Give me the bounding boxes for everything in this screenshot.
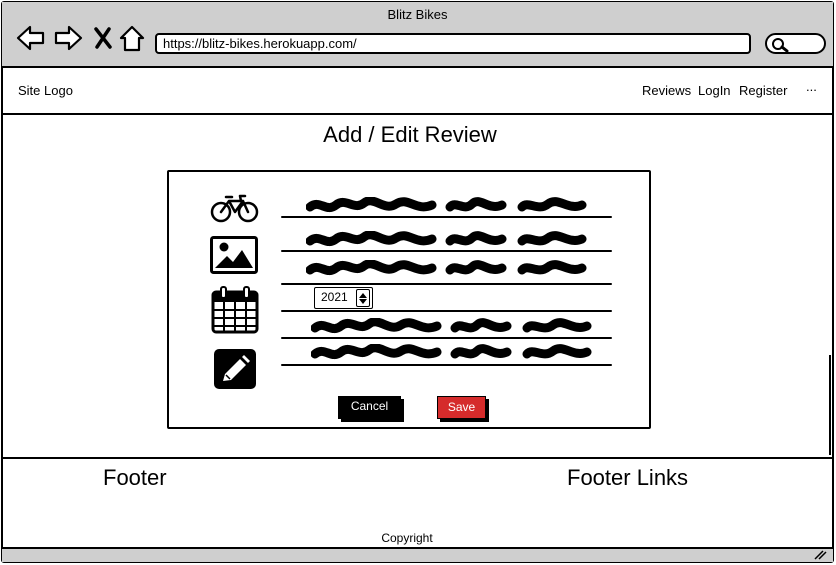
nav-more[interactable]: ... [806,79,817,94]
form-field-line[interactable] [281,216,612,218]
placeholder-scribble [306,260,587,276]
footer: Footer Footer Links Copyright [2,457,833,549]
browser-toolbar: Blitz Bikes https://blitz-bikes.herokuap… [2,2,833,68]
form-field-line[interactable] [281,283,612,285]
form-field-line[interactable] [281,310,612,312]
placeholder-scribble [311,318,592,334]
search-icon [772,38,789,53]
bicycle-icon [210,194,259,223]
site-logo[interactable]: Site Logo [18,83,73,98]
edit-pencil-icon[interactable] [213,348,257,390]
footer-links-heading: Footer Links [567,465,689,490]
stepper-arrows[interactable] [356,289,370,307]
placeholder-scribble [311,344,592,360]
nav-link-reviews[interactable]: Reviews [642,83,691,98]
placeholder-scribble [306,231,587,247]
chevron-up-icon[interactable] [359,292,367,298]
scrollbar[interactable] [829,355,831,455]
home-icon[interactable] [117,24,147,52]
resize-grip-icon[interactable] [813,550,827,560]
status-bar [2,549,833,562]
year-stepper[interactable]: 2021 [314,287,373,309]
footer-heading: Footer [103,465,167,490]
close-x-icon[interactable] [88,24,118,52]
save-button[interactable]: Save [437,396,486,419]
copyright-text: Copyright [381,531,433,545]
forward-arrow-icon[interactable] [53,24,83,52]
nav-link-login[interactable]: LogIn [698,83,731,98]
image-icon [210,236,258,274]
year-value: 2021 [321,290,348,304]
form-field-line[interactable] [281,364,612,366]
cancel-button[interactable]: Cancel [338,396,401,419]
form-field-line[interactable] [281,337,612,339]
search-input[interactable] [765,33,826,54]
placeholder-scribble [306,197,587,213]
window-title: Blitz Bikes [387,7,448,22]
url-bar[interactable]: https://blitz-bikes.herokuapp.com/ [155,33,751,54]
page-title: Add / Edit Review [323,122,497,147]
chevron-down-icon[interactable] [359,298,367,304]
nav-link-register[interactable]: Register [739,83,787,98]
form-field-line[interactable] [281,250,612,252]
calendar-icon [211,286,259,334]
back-arrow-icon[interactable] [16,24,46,52]
site-header: Site Logo Reviews LogIn Register ... [2,69,833,115]
